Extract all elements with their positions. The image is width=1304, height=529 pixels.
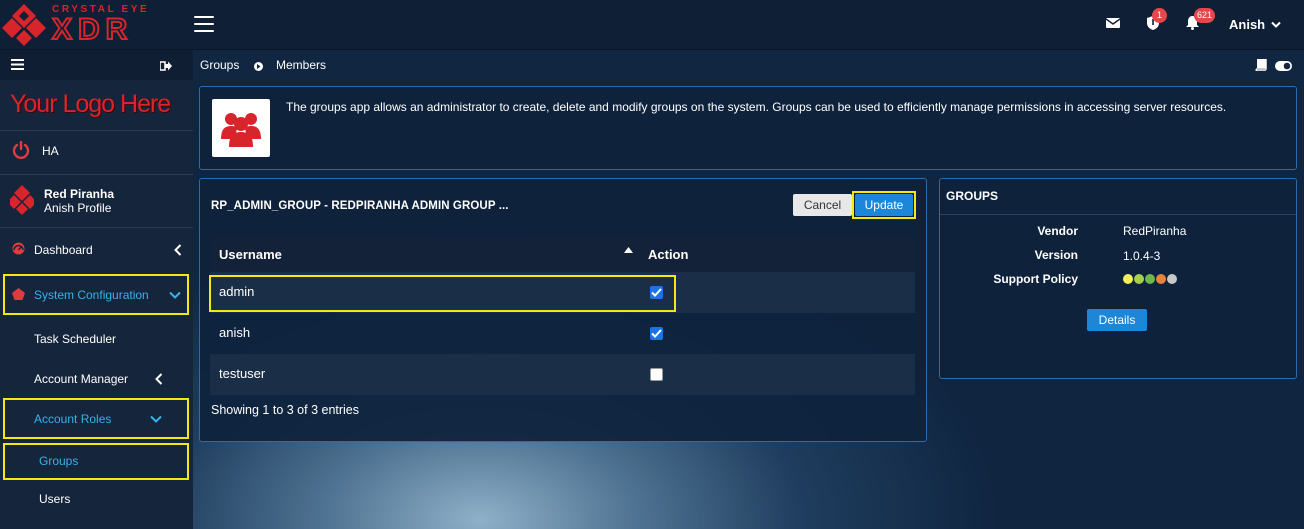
red-piranha-logo-icon: [7, 184, 37, 218]
top-bar: CRYSTAL EYE XDR 1 621 Anish: [0, 0, 1304, 50]
highlight-box: [209, 275, 676, 312]
divider: [0, 130, 193, 131]
divider: [0, 174, 193, 175]
dashboard-label: Dashboard: [34, 243, 93, 257]
sidebar-item-groups[interactable]: Groups: [0, 449, 193, 473]
username-column-header[interactable]: Username: [219, 247, 282, 262]
account-manager-label: Account Manager: [34, 372, 129, 386]
groups-label: Groups: [39, 454, 79, 468]
chevron-left-icon: [174, 244, 182, 256]
group-title: RP_ADMIN_GROUP - REDPIRANHA ADMIN GROUP …: [211, 200, 509, 212]
table-row: testuser: [210, 354, 915, 395]
breadcrumb-groups[interactable]: Groups: [200, 58, 239, 72]
sidebar-item-dashboard[interactable]: Dashboard: [0, 238, 193, 262]
username-cell: testuser: [219, 366, 266, 381]
crystal-eye-xdr-logo[interactable]: CRYSTAL EYE XDR: [2, 2, 167, 48]
notifications-badge: 621: [1194, 8, 1216, 23]
breadcrumb-separator-icon: [254, 60, 263, 74]
brand-bottom-text: XDR: [51, 12, 134, 47]
breadcrumb-members[interactable]: Members: [276, 58, 326, 72]
sidebar-toolbar: [0, 50, 193, 80]
breadcrumb: Groups Members: [193, 50, 1304, 81]
task-scheduler-label: Task Scheduler: [34, 332, 117, 346]
toggle-icon[interactable]: [1275, 60, 1292, 74]
profile-block[interactable]: Red Piranha Anish Profile: [0, 184, 193, 218]
table-row: anish: [210, 313, 915, 354]
username-cell: anish: [219, 325, 251, 340]
app-description: The groups app allows an administrator t…: [286, 100, 1227, 114]
sidebar-item-account-manager[interactable]: Account Manager: [0, 367, 193, 391]
group-members-panel: RP_ADMIN_GROUP - REDPIRANHA ADMIN GROUP …: [199, 178, 927, 442]
user-menu[interactable]: Anish: [1229, 17, 1281, 32]
book-icon[interactable]: [1255, 58, 1267, 74]
sidebar-menu-icon[interactable]: [11, 59, 24, 73]
chevron-down-icon: [169, 291, 181, 299]
version-value: 1.0.4-3: [1123, 249, 1161, 263]
support-dot: [1123, 274, 1133, 284]
support-policy-dots: [1123, 273, 1178, 287]
action-column-header: Action: [648, 247, 689, 262]
system-configuration-label: System Configuration: [34, 288, 149, 302]
chevron-left-icon: [155, 373, 163, 385]
entries-info: Showing 1 to 3 of 3 entries: [211, 403, 360, 417]
support-policy-label: Support Policy: [993, 272, 1078, 286]
sidebar-item-account-roles[interactable]: Account Roles: [0, 407, 193, 431]
system-configuration-icon: [12, 287, 25, 303]
sidebar-item-system-configuration[interactable]: System Configuration: [0, 283, 193, 307]
support-dot: [1167, 274, 1177, 284]
ha-label: HA: [42, 144, 59, 158]
shield-badge: 1: [1152, 8, 1167, 23]
divider: [940, 214, 1296, 215]
sidebar: Your Logo Here HA Red Piranha Anish Prof…: [0, 50, 193, 529]
main-menu-toggle[interactable]: [194, 16, 214, 33]
groups-info-panel: GROUPS Vendor RedPiranha Version 1.0.4-3…: [939, 178, 1297, 379]
member-checkbox[interactable]: [650, 327, 663, 340]
version-label: Version: [1034, 248, 1078, 262]
vendor-label: Vendor: [1037, 224, 1078, 238]
support-dot: [1145, 274, 1155, 284]
sort-asc-icon[interactable]: [624, 247, 633, 253]
mail-icon[interactable]: [1105, 16, 1122, 32]
members-table: Username Action admin anish testuser: [210, 237, 915, 395]
vendor-value: RedPiranha: [1123, 224, 1187, 238]
app-info-panel: The groups app allows an administrator t…: [199, 86, 1297, 170]
sidebar-item-ha[interactable]: HA: [0, 137, 193, 165]
sign-out-icon[interactable]: [159, 60, 172, 74]
power-icon: [12, 140, 30, 162]
account-roles-label: Account Roles: [34, 412, 112, 426]
custom-logo-text: Your Logo Here: [10, 90, 171, 118]
support-dot: [1134, 274, 1144, 284]
divider: [0, 227, 193, 228]
details-button[interactable]: Details: [1087, 309, 1147, 331]
groups-panel-title: GROUPS: [946, 189, 999, 203]
update-button[interactable]: Update: [855, 194, 913, 216]
table-header: Username Action: [210, 237, 915, 272]
cancel-button[interactable]: Cancel: [793, 194, 852, 216]
support-dot: [1156, 274, 1166, 284]
sidebar-item-task-scheduler[interactable]: Task Scheduler: [0, 327, 193, 351]
chevron-down-icon: [150, 415, 162, 423]
chevron-down-icon: [1271, 21, 1281, 28]
dashboard-icon: [12, 242, 25, 258]
member-checkbox[interactable]: [650, 368, 663, 381]
users-label: Users: [39, 492, 71, 506]
profile-sub: Anish Profile: [44, 201, 112, 215]
profile-name: Red Piranha: [44, 187, 115, 201]
user-name: Anish: [1229, 17, 1266, 32]
sidebar-item-users[interactable]: Users: [0, 487, 193, 511]
groups-app-icon: [212, 99, 270, 157]
